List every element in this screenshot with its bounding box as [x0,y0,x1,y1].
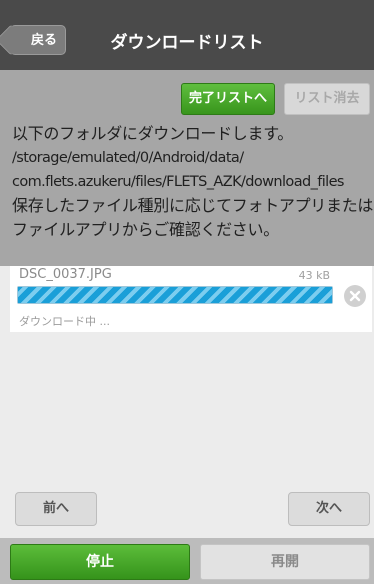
download-item: DSC_0037.JPG 43 kB ダウンロード中 ... [10,266,372,332]
download-progress-bar [17,286,333,304]
close-icon [349,290,361,302]
folder-path-line-2: com.flets.azukeru/files/FLETS_AZK/downlo… [12,174,344,190]
folder-path-line-1: /storage/emulated/0/Android/data/ [12,150,244,166]
download-progress-fill [18,287,332,303]
download-file-size: 43 kB [298,269,330,282]
next-page-button[interactable]: 次へ [288,492,370,526]
page-title: ダウンロードリスト [110,33,264,53]
header-bar: 戻る ダウンロードリスト [0,0,374,70]
cancel-download-button[interactable] [344,285,366,307]
clear-list-button[interactable]: リスト消去 [284,83,370,115]
download-status: ダウンロード中 ... [19,315,110,328]
message-line-1: 以下のフォルダにダウンロードします。 [12,124,294,143]
resume-button[interactable]: 再開 [200,544,370,580]
prev-page-button[interactable]: 前へ [15,492,97,526]
stop-button[interactable]: 停止 [10,544,190,580]
message-line-2: 保存したファイル種別に応じてフォトアプリまたは [12,196,374,215]
download-folder-message: 以下のフォルダにダウンロードします。 /storage/emulated/0/A… [12,122,374,242]
complete-list-button[interactable]: 完了リストへ [181,83,275,115]
download-file-name: DSC_0037.JPG [19,267,112,282]
message-line-3: ファイルアプリからご確認ください。 [12,220,279,239]
